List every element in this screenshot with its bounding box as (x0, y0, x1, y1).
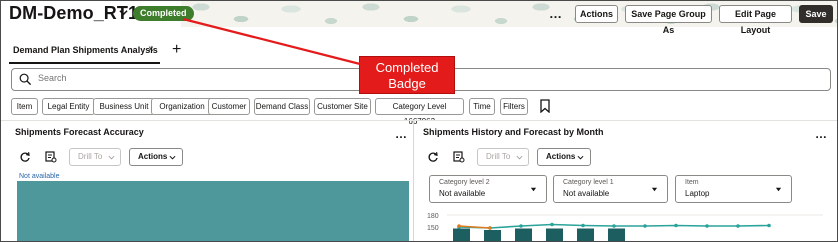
panel-title: Shipments History and Forecast by Month (423, 127, 604, 137)
filter-chip-business-unit[interactable]: Business Unit (93, 98, 155, 115)
select-label: Category level 2 (439, 179, 490, 186)
refresh-icon[interactable] (19, 151, 31, 163)
filter-chip-legal-entity[interactable]: Legal Entity (42, 98, 95, 115)
filter-chip-item[interactable]: Item (11, 98, 38, 115)
forecast-series-point (705, 224, 709, 228)
category-level-1-select[interactable]: Category level 1 Not available (553, 175, 668, 203)
y-tick-label: 150 (427, 225, 439, 232)
forecast-series-point (519, 224, 523, 228)
add-tab-icon[interactable]: + (172, 41, 181, 59)
more-options-icon[interactable]: … (549, 6, 563, 21)
actions-label: Actions (138, 152, 168, 161)
caret-down-icon (530, 187, 537, 192)
bookmark-icon[interactable] (539, 99, 551, 113)
forecast-series-point (550, 222, 554, 227)
chart-bar (546, 228, 563, 241)
forecast-series-point (612, 224, 616, 228)
filter-chip-filters[interactable]: Filters (500, 98, 528, 115)
chart-area (17, 181, 409, 241)
drill-to-dropdown[interactable]: Drill To (477, 148, 529, 166)
forecast-series-point (643, 224, 647, 228)
drill-to-label: Drill To (486, 152, 511, 161)
forecast-series-point (767, 223, 771, 228)
filter-chip-category-level[interactable]: Category Level 1667963 (375, 98, 464, 126)
panel-divider (413, 121, 414, 241)
chart-bar (608, 228, 625, 241)
chevron-down-icon (516, 155, 523, 160)
search-icon (19, 73, 32, 86)
forecast-series-point (736, 224, 740, 228)
save-button[interactable]: Save (799, 5, 833, 23)
view-data-icon[interactable] (453, 151, 465, 163)
filter-chip-customer-site[interactable]: Customer Site (314, 98, 371, 115)
caret-down-icon (651, 187, 658, 192)
search-input[interactable] (38, 73, 338, 83)
actions-label: Actions (546, 152, 576, 161)
chevron-down-icon (108, 155, 115, 160)
history-series-point (488, 226, 492, 230)
more-options-icon[interactable]: … (395, 127, 408, 141)
more-options-icon[interactable]: … (815, 127, 828, 141)
application-window: DM-Demo_RT1 Completed … Actions Save Pag… (0, 0, 838, 242)
active-tab-indicator (9, 62, 160, 64)
save-page-group-as-button[interactable]: Save Page Group As (625, 5, 712, 35)
chart-bar (577, 228, 594, 241)
not-available-label: Not available (19, 173, 60, 180)
history-series-point (457, 224, 461, 228)
drill-to-label: Drill To (78, 152, 103, 161)
chart-bar (515, 228, 532, 241)
select-value: Not available (563, 189, 610, 198)
select-value: Laptop (685, 189, 710, 198)
completed-badge-callout: Completed Badge (359, 56, 455, 94)
item-select[interactable]: Item Laptop (675, 175, 792, 203)
forecast-series-point (674, 223, 678, 228)
panel-actions-button[interactable]: Actions (129, 148, 183, 166)
shipments-forecast-accuracy-panel: Shipments Forecast Accuracy … Drill To A… (9, 121, 409, 241)
shipments-history-forecast-panel: Shipments History and Forecast by Month … (417, 121, 833, 241)
tab-demand-plan-shipments-analysis[interactable]: Demand Plan Shipments Analysis (13, 45, 158, 55)
select-value: Not available (439, 189, 486, 198)
select-label: Category level 1 (563, 179, 614, 186)
caret-down-icon (775, 187, 782, 192)
chevron-down-icon (169, 155, 176, 160)
filter-chip-customer[interactable]: Customer (208, 98, 250, 115)
filter-chip-demand-class[interactable]: Demand Class (254, 98, 310, 115)
callout-line-2: Badge (388, 76, 426, 91)
y-tick-label: 180 (427, 213, 439, 220)
page-header: DM-Demo_RT1 Completed … Actions Save Pag… (1, 1, 837, 35)
close-icon[interactable]: × (148, 44, 154, 55)
chevron-down-icon[interactable] (119, 8, 128, 17)
panel-title: Shipments Forecast Accuracy (15, 127, 144, 137)
chart-bar (453, 228, 470, 241)
edit-page-layout-button[interactable]: Edit Page Layout (719, 5, 792, 35)
filter-chip-time[interactable]: Time (469, 98, 495, 115)
category-level-2-select[interactable]: Category level 2 Not available (429, 175, 547, 203)
filter-chip-organization[interactable]: Organization (151, 98, 213, 115)
shipments-history-forecast-chart: 180 150 (427, 213, 823, 241)
refresh-icon[interactable] (427, 151, 439, 163)
chart-bar (484, 230, 501, 241)
forecast-series-point (581, 223, 585, 228)
chevron-down-icon (577, 155, 584, 160)
drill-to-dropdown[interactable]: Drill To (69, 148, 121, 166)
status-badge: Completed (133, 6, 194, 21)
select-label: Item (685, 179, 699, 186)
panel-actions-button[interactable]: Actions (537, 148, 591, 166)
view-data-icon[interactable] (45, 151, 57, 163)
actions-button[interactable]: Actions (575, 5, 618, 23)
callout-line-1: Completed (375, 60, 439, 75)
